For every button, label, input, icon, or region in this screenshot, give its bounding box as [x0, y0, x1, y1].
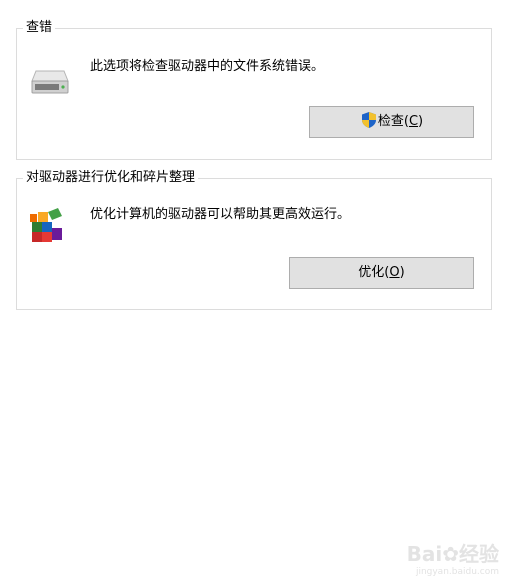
check-button-close: ) [418, 114, 424, 129]
optimize-button-accel: O [389, 265, 400, 280]
error-check-title: 查错 [23, 19, 56, 37]
optimize-button-label: 优化( [358, 265, 390, 280]
check-button-accel: C [408, 114, 419, 129]
watermark-url: jingyan.baidu.com [415, 567, 499, 577]
uac-shield-icon [361, 112, 376, 128]
optimize-button[interactable]: 优化(O) [289, 257, 474, 289]
optimize-button-close: ) [399, 265, 405, 280]
optimize-description: 优化计算机的驱动器可以帮助其更高效运行。 [90, 207, 351, 222]
watermark-brand-cn: 经验 [459, 542, 499, 566]
check-button[interactable]: 检查(C) [309, 106, 474, 138]
hard-drive-icon [31, 70, 69, 94]
optimize-group: 对驱动器进行优化和碎片整理 优化计算机的驱动器可以帮助其更高效运行。 优化(O) [16, 169, 492, 310]
error-check-group: 查错 此选项将检查驱动器中的文件系统错误。 检查(C) [16, 19, 492, 160]
check-button-label: 检查( [377, 114, 409, 129]
error-check-description: 此选项将检查驱动器中的文件系统错误。 [90, 59, 325, 74]
defrag-blocks-icon [30, 208, 62, 242]
baidu-watermark: Bai✿经验 jingyan.baidu.com [407, 538, 499, 577]
optimize-title: 对驱动器进行优化和碎片整理 [23, 169, 199, 187]
watermark-brand: Bai [406, 542, 443, 566]
watermark-paw-icon: ✿ [442, 542, 459, 566]
